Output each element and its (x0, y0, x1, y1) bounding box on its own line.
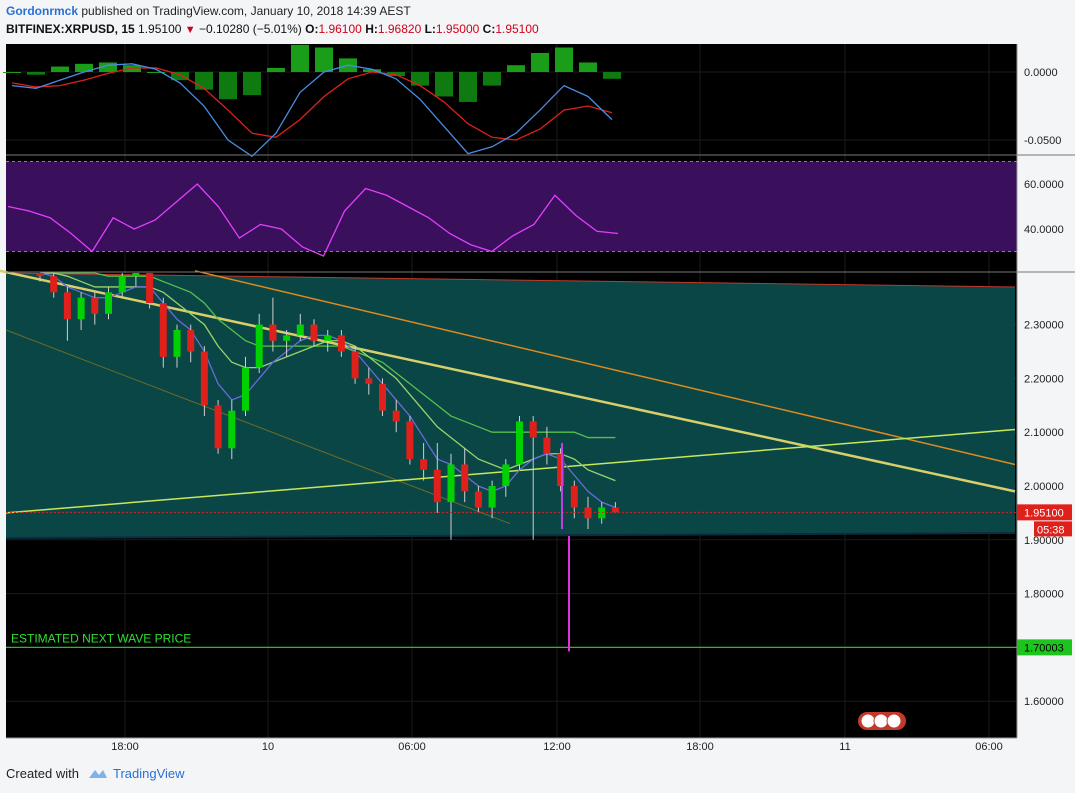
macd-histogram-bar (51, 66, 69, 72)
macd-histogram-bar (195, 72, 213, 90)
candle-body (242, 367, 249, 411)
x-tick-label: 11 (839, 741, 850, 753)
candle-body (557, 453, 565, 486)
y-tick-label: 2.30000 (1024, 320, 1064, 332)
rsi-tick-label: 60.0000 (1024, 179, 1064, 191)
candle-body (543, 437, 551, 454)
candle-body (50, 276, 58, 293)
candle-body (529, 421, 537, 438)
macd-histogram-bar (483, 72, 501, 86)
candle-body (269, 324, 277, 341)
macd-histogram-bar (531, 52, 549, 72)
y-tick-label: 2.10000 (1024, 427, 1064, 439)
candle-body (296, 324, 304, 336)
candle-body (105, 292, 112, 314)
y-tick-label: 1.60000 (1024, 696, 1064, 708)
candle-body (36, 273, 44, 277)
candle-body (324, 335, 332, 341)
candle-body (173, 329, 181, 357)
candle-body (570, 486, 578, 508)
macd-histogram-bar (3, 72, 21, 73)
candle-body (447, 464, 455, 503)
macd-histogram-bar (315, 47, 333, 72)
macd-histogram-bar (267, 67, 285, 72)
macd-histogram-bar (507, 65, 525, 72)
candle-body (310, 324, 318, 341)
macd-histogram-bar (555, 47, 573, 72)
candle-body (118, 276, 126, 293)
macd-histogram-bar (411, 72, 429, 86)
chart-area[interactable]: ESTIMATED NEXT WAVE PRICE 18:00 10 06:00 12… (0, 0, 1075, 793)
macd-histogram-bar (435, 72, 453, 97)
tradingview-link[interactable]: TradingView (113, 766, 185, 781)
candle-body (392, 410, 400, 422)
candle-body (406, 421, 414, 460)
candle-body (584, 507, 592, 519)
rsi-pane[interactable] (6, 161, 1017, 257)
candle-body (502, 464, 510, 486)
x-tick-label: 18:00 (686, 741, 714, 753)
candle-body (516, 421, 523, 465)
candle-body (200, 351, 208, 406)
candle-body (351, 351, 359, 379)
candle-body (420, 459, 428, 470)
candle-body (146, 273, 154, 304)
y-tick-label: 2.00000 (1024, 481, 1064, 493)
price-axis-background (1017, 44, 1075, 738)
macd-histogram-bar (459, 72, 477, 102)
macd-histogram-bar (27, 72, 45, 75)
candle-body (159, 303, 167, 357)
candle-body (255, 324, 263, 368)
macd-histogram-bar (219, 72, 237, 100)
macd-histogram-bar (579, 62, 597, 72)
channel-fill (6, 273, 1015, 538)
candle-body (379, 383, 386, 411)
candle-body (365, 378, 373, 384)
candle-body (228, 410, 236, 449)
current-price-label: 1.95100 (1024, 507, 1064, 519)
countdown-label: 05:38 (1037, 524, 1065, 536)
y-tick-label: 1.90000 (1024, 535, 1064, 547)
target-annotation: ESTIMATED NEXT WAVE PRICE (11, 631, 191, 645)
rsi-band (6, 161, 1017, 252)
candle-body (283, 335, 291, 341)
candle-body (187, 329, 195, 352)
x-tick-label: 18:00 (111, 741, 139, 753)
rsi-tick-label: 40.0000 (1024, 224, 1064, 236)
x-tick-label: 06:00 (975, 741, 1003, 753)
candle-body (337, 335, 345, 352)
candle-body (474, 491, 482, 508)
macd-tick-label: -0.0500 (1024, 135, 1061, 147)
x-tick-label: 06:00 (398, 741, 426, 753)
candle-body (132, 273, 140, 277)
x-tick-label: 10 (262, 741, 274, 753)
candle-body (598, 507, 606, 519)
candle-body (461, 464, 469, 492)
y-tick-label: 1.80000 (1024, 589, 1064, 601)
target-price-label: 1.70003 (1024, 642, 1064, 654)
y-tick-label: 2.20000 (1024, 373, 1064, 385)
macd-histogram-bar (123, 65, 141, 72)
toolbar-badge-icon[interactable] (858, 712, 906, 730)
macd-tick-label: 0.0000 (1024, 67, 1058, 79)
candle-body (488, 486, 496, 508)
x-tick-label: 12:00 (543, 741, 571, 753)
macd-histogram-bar (291, 44, 309, 72)
macd-histogram-bar (603, 72, 621, 79)
tradingview-cloud-icon (85, 766, 109, 783)
candle-body (611, 507, 619, 513)
candle-body (433, 469, 441, 503)
candle-body (214, 405, 222, 449)
candle-body (63, 292, 71, 320)
footer: Created with TradingView (6, 766, 185, 783)
created-with-text: Created with (6, 766, 79, 781)
macd-histogram-bar (243, 72, 261, 96)
candle-body (77, 297, 85, 320)
candle-body (91, 297, 99, 314)
